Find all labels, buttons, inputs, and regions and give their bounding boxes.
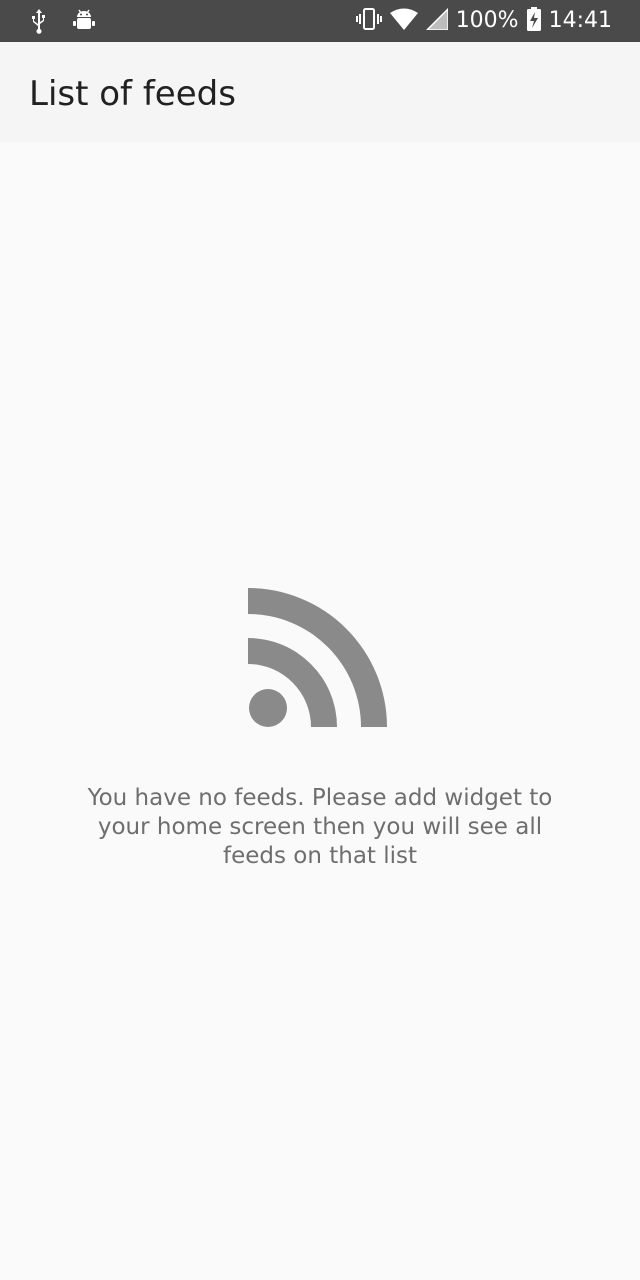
- empty-state-message: You have no feeds. Please add widget to …: [87, 785, 553, 869]
- battery-charging-icon: [526, 7, 541, 35]
- status-bar: 100% 14:41: [0, 0, 640, 42]
- status-clock: 14:41: [548, 8, 612, 33]
- page-title: List of feeds: [29, 74, 236, 114]
- android-debug-icon: [72, 8, 96, 38]
- wifi-icon: [389, 8, 418, 34]
- empty-state: You have no feeds. Please add widget to …: [0, 142, 640, 1280]
- usb-icon: [28, 8, 50, 38]
- app-bar: List of feeds: [0, 42, 640, 142]
- rss-feed-icon: [240, 588, 400, 734]
- status-left-icons: [28, 8, 96, 38]
- vibrate-icon: [355, 7, 382, 35]
- battery-percentage: 100%: [455, 8, 519, 33]
- signal-icon: [424, 7, 449, 34]
- status-right-icons: 100% 14:41: [355, 7, 612, 35]
